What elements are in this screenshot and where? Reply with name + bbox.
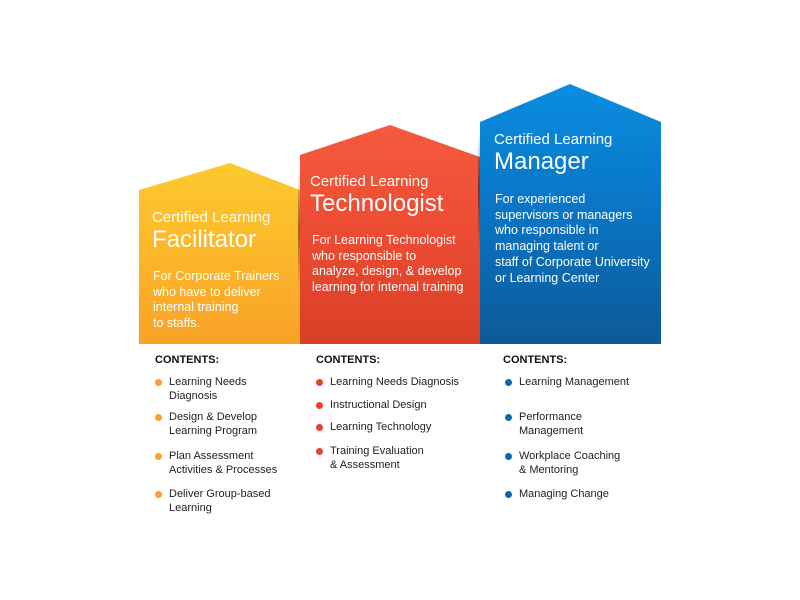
bullet-icon (316, 402, 323, 409)
contents-item-line: Performance (519, 411, 582, 423)
description-line: or Learning Center (495, 270, 600, 285)
contents-heading: CONTENTS: (316, 354, 381, 366)
contents-item-line: Diagnosis (169, 389, 218, 402)
description-line: who have to deliver (153, 284, 261, 299)
contents-item-line: Learning Needs (169, 376, 247, 388)
bullet-icon (316, 448, 323, 455)
description-line: internal training (153, 300, 239, 315)
contents-item: Learning Management (505, 376, 629, 390)
contents-item: Managing Change (505, 488, 609, 502)
bullet-icon (155, 453, 162, 460)
technologist-description: For Learning Technologist who responsibl… (312, 233, 463, 296)
contents-item: Design & Develop Learning Program (155, 411, 257, 438)
title-large: Technologist (310, 190, 444, 217)
bullet-icon (505, 453, 512, 460)
contents-item: Learning Needs Diagnosis (155, 376, 247, 403)
contents-item-line: Learning Program (169, 424, 258, 437)
description-line: to staffs. (153, 316, 201, 331)
contents-item-line: Management (519, 424, 584, 437)
bullet-icon (505, 379, 512, 386)
contents-item-line: Deliver Group-based (169, 488, 271, 500)
description-line: For Corporate Trainers (153, 269, 280, 283)
contents-item: Instructional Design (316, 399, 427, 413)
manager-heading: Certified Learning Manager (494, 131, 612, 175)
description-line: analyze, design, & develop (312, 264, 462, 279)
bullet-icon (505, 491, 512, 498)
title-large: Facilitator (152, 226, 257, 253)
description-line: learning for internal training (312, 280, 464, 295)
description-line: For experienced (495, 192, 586, 206)
title-small: Certified Learning (152, 209, 271, 226)
bullet-icon (155, 379, 162, 386)
contents-item-line: Learning (169, 501, 212, 514)
description-line: supervisors or managers (495, 207, 633, 222)
contents-item-line: Training Evaluation (330, 445, 424, 457)
contents-item-line: Learning Needs Diagnosis (330, 376, 460, 388)
description-line: managing talent or (495, 239, 599, 254)
contents-item: Training Evaluation & Assessment (316, 445, 424, 472)
contents-item-line: Learning Technology (330, 421, 432, 433)
contents-heading: CONTENTS: (155, 354, 220, 366)
description-line: For Learning Technologist (312, 233, 456, 247)
contents-heading: CONTENTS: (503, 354, 568, 366)
contents-item-line: Design & Develop (169, 411, 258, 423)
bullet-icon (316, 424, 323, 431)
description-line: who responsible to (312, 248, 417, 263)
contents-item: Learning Technology (316, 421, 431, 435)
description-line: who responsible in (495, 223, 599, 238)
bullet-icon (155, 414, 162, 421)
title-small: Certified Learning (494, 131, 613, 148)
contents-item-line: Managing Change (519, 488, 609, 500)
contents-item: Learning Needs Diagnosis (316, 376, 459, 390)
contents-item-line: Activities & Processes (169, 463, 278, 476)
manager-description: For experienced supervisors or managers … (495, 192, 650, 286)
technologist-heading: Certified Learning Technologist (310, 173, 443, 217)
contents-item: Plan Assessment Activities & Processes (155, 450, 277, 477)
contents-item-line: & Mentoring (519, 463, 579, 476)
bullet-icon (316, 379, 323, 386)
contents-item-line: Plan Assessment (169, 450, 254, 462)
contents-item: Deliver Group-based Learning (155, 488, 271, 515)
bullet-icon (505, 414, 512, 421)
contents-item: Performance Management (505, 411, 583, 438)
title-small: Certified Learning (310, 173, 429, 190)
contents-item-line: Instructional Design (330, 399, 427, 411)
contents-item-line: Workplace Coaching (519, 450, 621, 462)
title-large: Manager (494, 148, 589, 175)
facilitator-heading: Certified Learning Facilitator (152, 209, 270, 253)
contents-item: Workplace Coaching & Mentoring (505, 450, 620, 477)
contents-item-line: Learning Management (519, 376, 630, 388)
bullet-icon (155, 491, 162, 498)
facilitator-description: For Corporate Trainers who have to deliv… (153, 269, 279, 332)
description-line: staff of Corporate University (495, 254, 650, 269)
contents-item-line: & Assessment (330, 458, 400, 471)
